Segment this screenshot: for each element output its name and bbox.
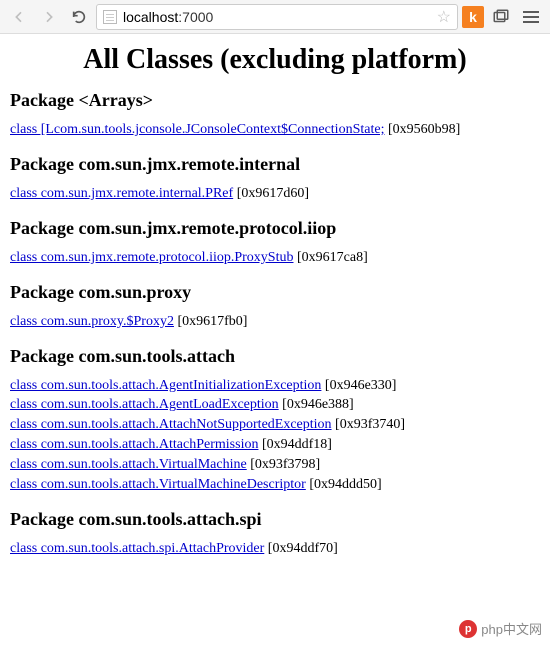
reload-button[interactable] [66,4,92,30]
class-link[interactable]: class com.sun.jmx.remote.protocol.iiop.P… [10,250,293,265]
class-list: class com.sun.tools.attach.AgentInitiali… [10,377,540,495]
class-address: [0x9560b98] [384,122,460,137]
package-heading: Package com.sun.proxy [10,282,540,303]
package-heading: Package <Arrays> [10,90,540,111]
class-link[interactable]: class com.sun.tools.attach.AgentInitiali… [10,378,321,393]
class-address: [0x946e330] [321,378,396,393]
class-address: [0x9617ca8] [293,250,367,265]
class-link[interactable]: class com.sun.tools.attach.AttachNotSupp… [10,417,332,432]
class-address: [0x93f3740] [332,417,406,432]
class-address: [0x94ddf70] [264,541,338,556]
class-row: class com.sun.tools.attach.VirtualMachin… [10,456,540,475]
class-row: class com.sun.tools.attach.AttachPermiss… [10,436,540,455]
class-row: class com.sun.jmx.remote.protocol.iiop.P… [10,249,540,268]
url-text: localhost:7000 [123,9,213,25]
package-heading: Package com.sun.jmx.remote.protocol.iiop [10,218,540,239]
bookmark-star-icon[interactable]: ☆ [437,7,451,27]
page-icon [103,10,117,24]
class-address: [0x94ddd50] [306,477,382,492]
class-list: class com.sun.jmx.remote.internal.PRef [… [10,185,540,204]
tabs-icon[interactable] [488,4,514,30]
watermark-badge-icon: p [459,620,477,638]
class-row: class com.sun.tools.attach.AttachNotSupp… [10,416,540,435]
page-content: All Classes (excluding platform) Package… [0,34,550,610]
class-list: class [Lcom.sun.tools.jconsole.JConsoleC… [10,121,540,140]
extension-icon[interactable]: k [462,6,484,28]
class-link[interactable]: class com.sun.tools.attach.VirtualMachin… [10,457,247,472]
class-address: [0x9617fb0] [174,314,248,329]
class-list: class com.sun.proxy.$Proxy2 [0x9617fb0] [10,313,540,332]
page-title: All Classes (excluding platform) [10,44,540,76]
class-link[interactable]: class com.sun.tools.attach.spi.AttachPro… [10,541,264,556]
class-link[interactable]: class com.sun.tools.attach.AgentLoadExce… [10,397,279,412]
class-row: class com.sun.tools.attach.AgentLoadExce… [10,396,540,415]
package-heading: Package com.sun.tools.attach [10,346,540,367]
class-address: [0x946e388] [279,397,354,412]
back-button[interactable] [6,4,32,30]
class-address: [0x94ddf18] [258,437,332,452]
watermark-text: php中文网 [481,619,542,638]
hamburger-icon [523,11,539,23]
class-row: class com.sun.tools.attach.VirtualMachin… [10,476,540,495]
class-link[interactable]: class com.sun.proxy.$Proxy2 [10,314,174,329]
address-bar[interactable]: localhost:7000 ☆ [96,4,458,30]
class-link[interactable]: class com.sun.jmx.remote.internal.PRef [10,186,233,201]
browser-toolbar: localhost:7000 ☆ k [0,0,550,34]
class-row: class com.sun.proxy.$Proxy2 [0x9617fb0] [10,313,540,332]
class-row: class com.sun.tools.attach.AgentInitiali… [10,377,540,396]
forward-button[interactable] [36,4,62,30]
package-heading: Package com.sun.jmx.remote.internal [10,154,540,175]
class-row: class com.sun.tools.attach.spi.AttachPro… [10,540,540,559]
package-heading: Package com.sun.tools.attach.spi [10,509,540,530]
class-row: class [Lcom.sun.tools.jconsole.JConsoleC… [10,121,540,140]
class-link[interactable]: class com.sun.tools.attach.VirtualMachin… [10,477,306,492]
class-link[interactable]: class com.sun.tools.attach.AttachPermiss… [10,437,258,452]
menu-button[interactable] [518,4,544,30]
class-address: [0x93f3798] [247,457,321,472]
class-list: class com.sun.tools.attach.spi.AttachPro… [10,540,540,559]
class-row: class com.sun.jmx.remote.internal.PRef [… [10,185,540,204]
class-list: class com.sun.jmx.remote.protocol.iiop.P… [10,249,540,268]
class-address: [0x9617d60] [233,186,309,201]
watermark: p php中文网 [459,619,542,638]
class-link[interactable]: class [Lcom.sun.tools.jconsole.JConsoleC… [10,122,384,137]
